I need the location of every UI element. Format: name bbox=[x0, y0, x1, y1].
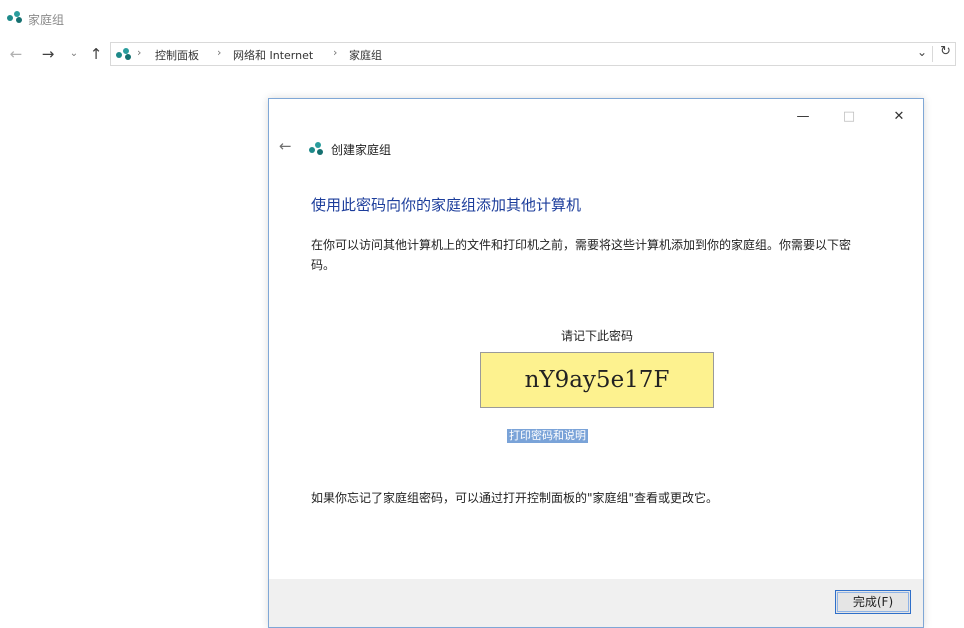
navigation-bar: ← → ⌄ ↑ › 控制面板 › 网络和 Internet › 家庭组 ⌄ ↻ bbox=[0, 40, 964, 68]
homegroup-icon bbox=[309, 142, 323, 155]
homegroup-icon bbox=[116, 48, 131, 60]
back-arrow-icon[interactable]: ← bbox=[279, 137, 292, 155]
address-divider bbox=[932, 46, 933, 62]
breadcrumb-separator: › bbox=[333, 46, 338, 59]
homegroup-icon bbox=[7, 11, 22, 23]
breadcrumb-separator: › bbox=[137, 46, 142, 59]
window-titlebar: 家庭组 bbox=[0, 0, 964, 38]
dialog-description: 在你可以访问其他计算机上的文件和打印机之前，需要将这些计算机添加到你的家庭组。你… bbox=[311, 238, 852, 272]
forward-arrow-icon[interactable]: → bbox=[38, 44, 58, 64]
dialog-title: 创建家庭组 bbox=[331, 143, 392, 157]
back-arrow-icon[interactable]: ← bbox=[6, 44, 26, 64]
password-label: 请记下此密码 bbox=[560, 329, 633, 343]
dialog-heading: 使用此密码向你的家庭组添加其他计算机 bbox=[311, 196, 582, 214]
dialog-footnote: 如果你忘记了家庭组密码，可以通过打开控制面板的"家庭组"查看或更改它。 bbox=[311, 491, 719, 505]
window-title: 家庭组 bbox=[28, 13, 65, 27]
address-bar[interactable]: › 控制面板 › 网络和 Internet › 家庭组 ⌄ ↻ bbox=[110, 42, 956, 66]
print-password-link[interactable]: 打印密码和说明 bbox=[507, 429, 588, 443]
refresh-icon[interactable]: ↻ bbox=[940, 44, 951, 59]
maximize-button[interactable]: □ bbox=[829, 105, 869, 129]
up-arrow-icon[interactable]: ↑ bbox=[86, 44, 106, 64]
breadcrumb-separator: › bbox=[217, 46, 222, 59]
chevron-down-icon[interactable]: ⌄ bbox=[917, 45, 927, 59]
breadcrumb-network[interactable]: 网络和 Internet bbox=[233, 47, 313, 63]
close-button[interactable]: ✕ bbox=[879, 105, 919, 129]
create-homegroup-dialog: — □ ✕ ← 创建家庭组 使用此密码向你的家庭组添加其他计算机 在你可以访问其… bbox=[268, 98, 924, 628]
breadcrumb-homegroup[interactable]: 家庭组 bbox=[349, 47, 382, 63]
breadcrumb-control-panel[interactable]: 控制面板 bbox=[155, 47, 199, 63]
dialog-footer: 完成(F) bbox=[269, 579, 923, 627]
minimize-button[interactable]: — bbox=[783, 105, 823, 129]
recent-dropdown-icon[interactable]: ⌄ bbox=[64, 44, 84, 64]
finish-button[interactable]: 完成(F) bbox=[835, 590, 911, 614]
password-display: nY9ay5e17F bbox=[480, 352, 714, 408]
